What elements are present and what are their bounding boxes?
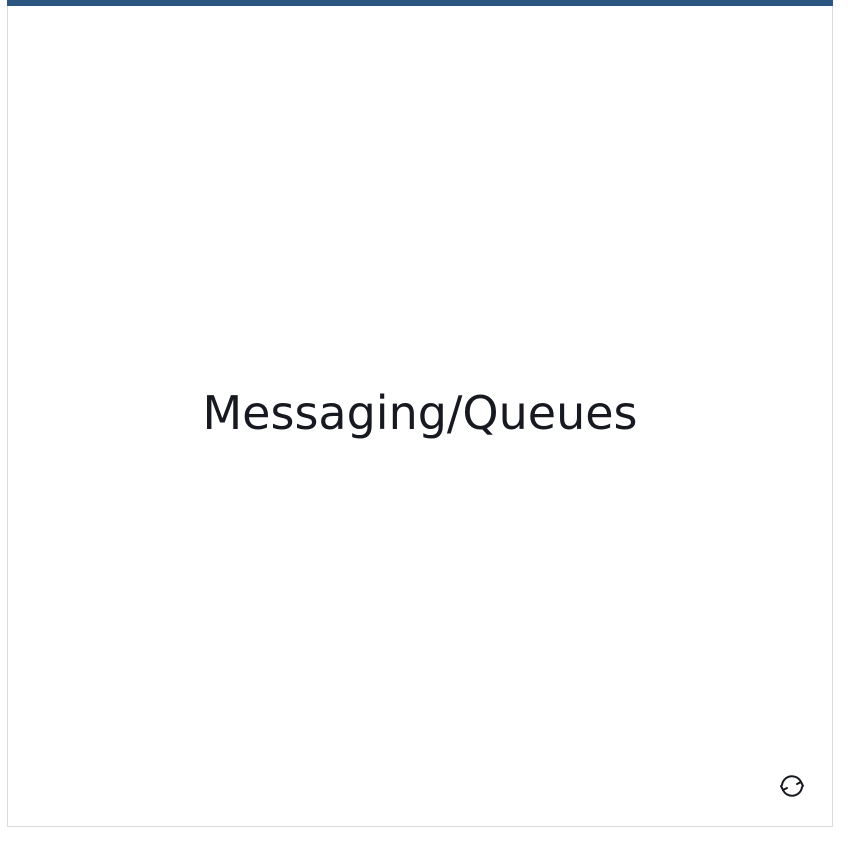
flip-card-button[interactable] xyxy=(774,770,810,806)
card-accent-bar xyxy=(7,0,833,6)
card-title: Messaging/Queues xyxy=(202,386,638,440)
refresh-icon xyxy=(774,768,810,809)
flip-card[interactable]: Messaging/Queues xyxy=(7,0,833,827)
